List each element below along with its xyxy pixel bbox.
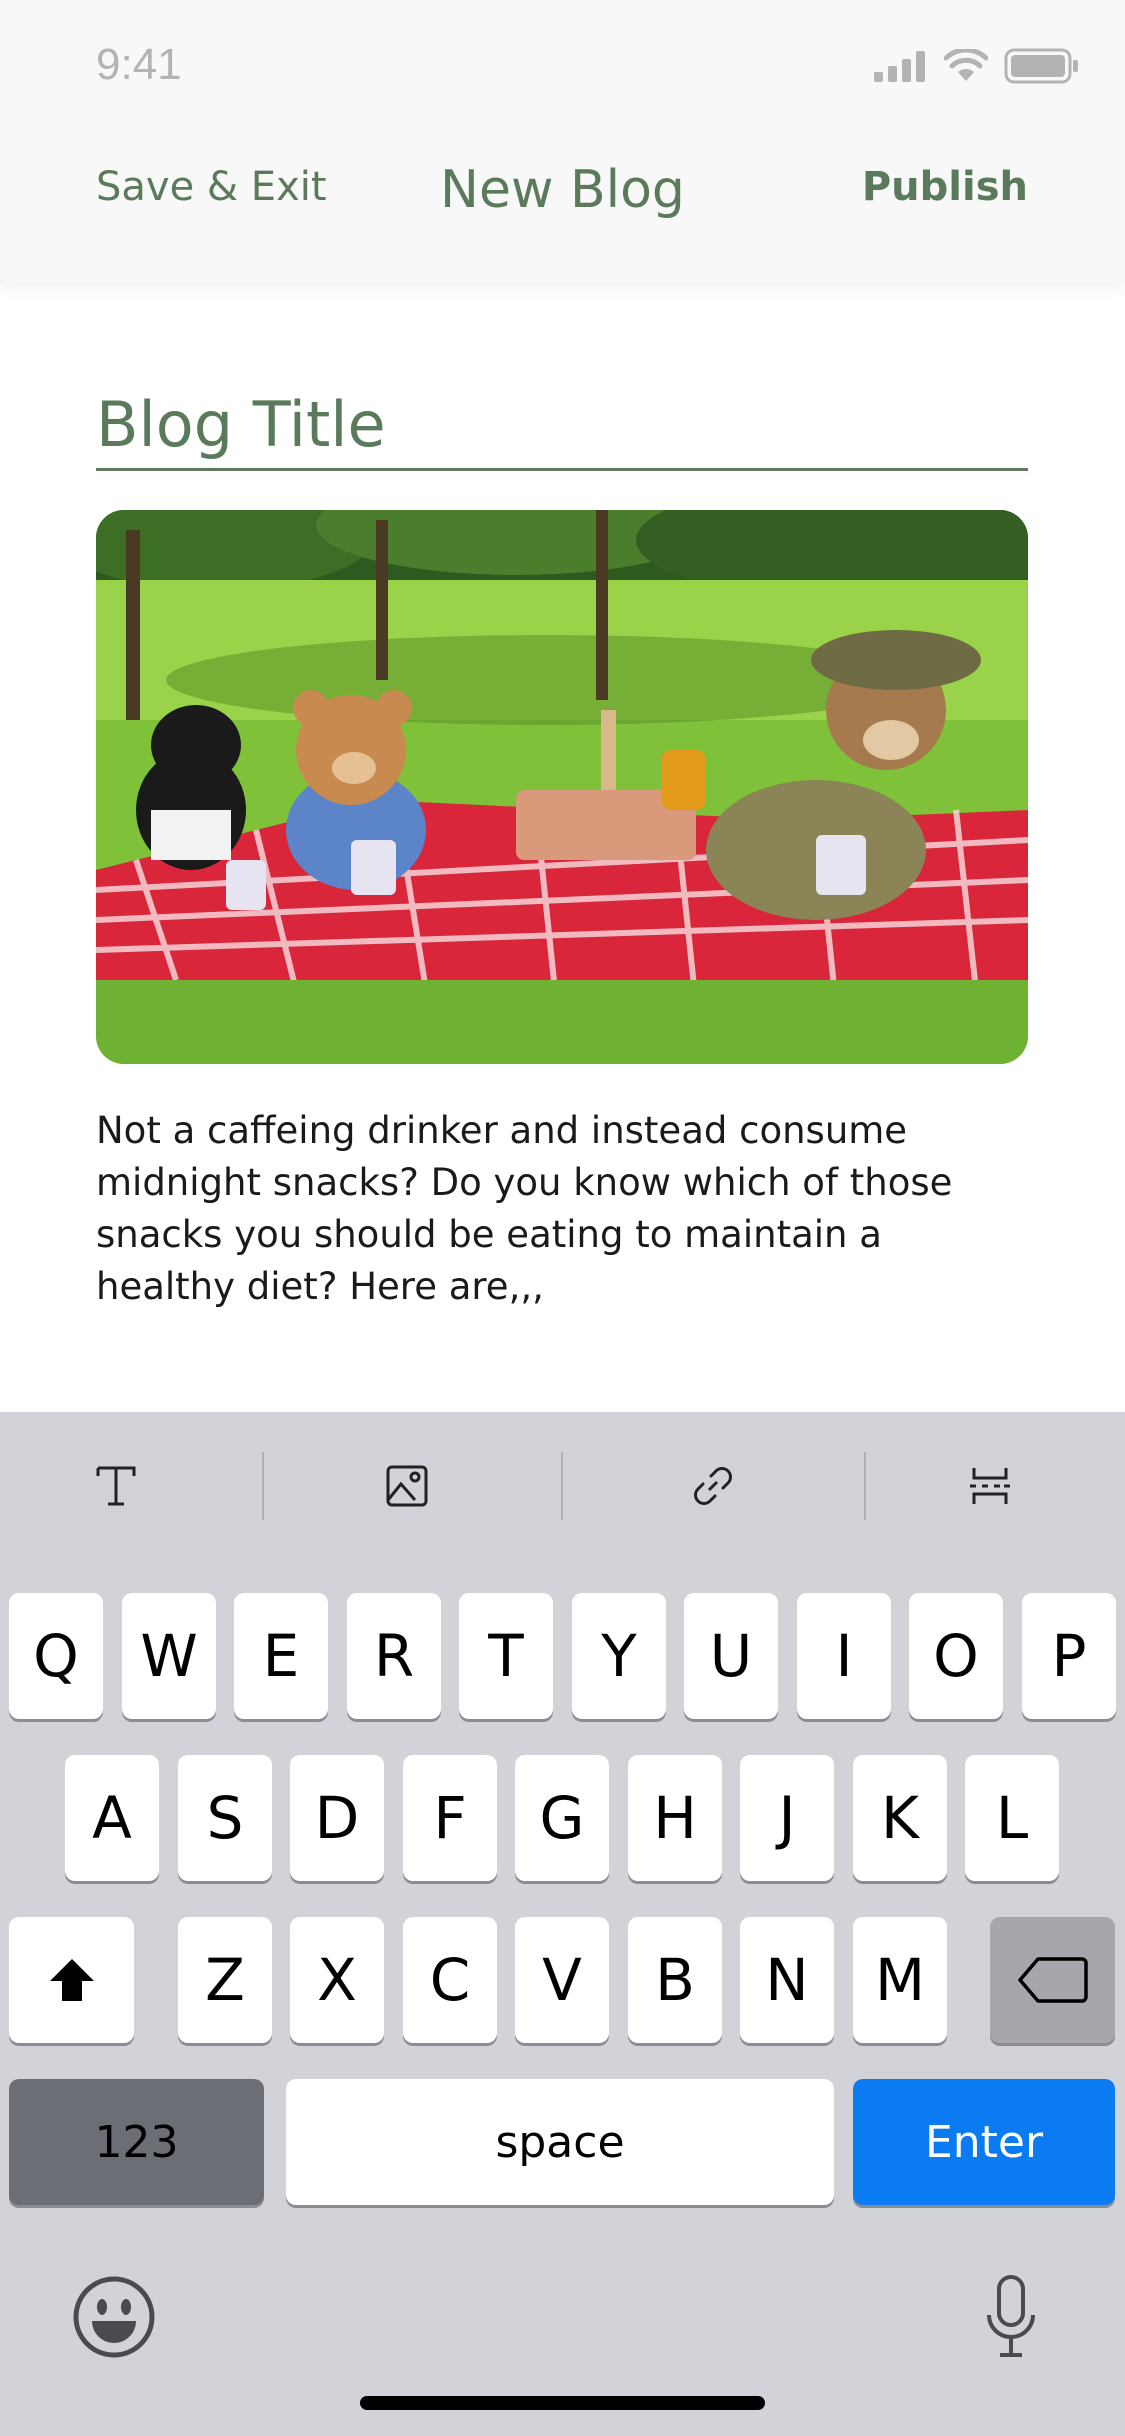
key-p[interactable]: P [1022, 1593, 1116, 1719]
key-v[interactable]: V [515, 1917, 609, 2043]
blog-title-input[interactable] [96, 380, 1028, 471]
shift-icon [49, 1959, 94, 2001]
emoji-icon[interactable] [72, 2275, 156, 2363]
keyboard: Q W E R T Y U I O P A S D F G H J K L Z … [0, 1560, 1125, 2436]
insert-image-icon[interactable] [347, 1412, 467, 1560]
key-f[interactable]: F [403, 1755, 497, 1881]
formatting-toolbar [0, 1412, 1125, 1560]
key-b[interactable]: B [628, 1917, 722, 2043]
toolbar-divider [561, 1452, 563, 1520]
key-r[interactable]: R [347, 1593, 441, 1719]
numbers-key[interactable]: 123 [9, 2079, 264, 2205]
key-e[interactable]: E [234, 1593, 328, 1719]
key-x[interactable]: X [290, 1917, 384, 2043]
top-bar: 9:41 Save & Exit New Blog Publish [0, 0, 1125, 283]
key-s[interactable]: S [178, 1755, 272, 1881]
key-o[interactable]: O [909, 1593, 1003, 1719]
key-y[interactable]: Y [572, 1593, 666, 1719]
key-w[interactable]: W [122, 1593, 216, 1719]
cellular-signal-icon [874, 50, 928, 86]
space-key[interactable]: space [286, 2079, 834, 2205]
toolbar-divider [864, 1452, 866, 1520]
backspace-icon [1017, 1957, 1088, 2003]
key-c[interactable]: C [403, 1917, 497, 2043]
shift-key[interactable] [9, 1917, 134, 2043]
key-h[interactable]: H [628, 1755, 722, 1881]
battery-icon [1004, 48, 1080, 88]
key-t[interactable]: T [459, 1593, 553, 1719]
key-u[interactable]: U [684, 1593, 778, 1719]
link-icon[interactable] [653, 1412, 773, 1560]
wifi-icon [943, 47, 989, 87]
blog-photo[interactable] [96, 510, 1028, 1064]
page-break-icon[interactable] [930, 1412, 1050, 1560]
key-g[interactable]: G [515, 1755, 609, 1881]
key-j[interactable]: J [740, 1755, 834, 1881]
home-indicator [360, 2396, 765, 2410]
key-q[interactable]: Q [9, 1593, 103, 1719]
key-m[interactable]: M [853, 1917, 947, 2043]
text-format-icon[interactable] [56, 1412, 176, 1560]
enter-key[interactable]: Enter [853, 2079, 1115, 2205]
publish-button[interactable]: Publish [862, 164, 1028, 210]
key-n[interactable]: N [740, 1917, 834, 2043]
key-k[interactable]: K [853, 1755, 947, 1881]
backspace-key[interactable] [990, 1917, 1115, 2043]
key-z[interactable]: Z [178, 1917, 272, 2043]
key-a[interactable]: A [65, 1755, 159, 1881]
key-i[interactable]: I [797, 1593, 891, 1719]
key-d[interactable]: D [290, 1755, 384, 1881]
microphone-icon[interactable] [986, 2275, 1036, 2363]
status-time: 9:41 [96, 40, 182, 89]
key-l[interactable]: L [965, 1755, 1059, 1881]
picnic-photo-image [96, 510, 1028, 1064]
status-icons [874, 47, 1080, 88]
blog-body-text[interactable]: Not a caffeing drinker and instead consu… [96, 1105, 1031, 1313]
toolbar-divider [262, 1452, 264, 1520]
